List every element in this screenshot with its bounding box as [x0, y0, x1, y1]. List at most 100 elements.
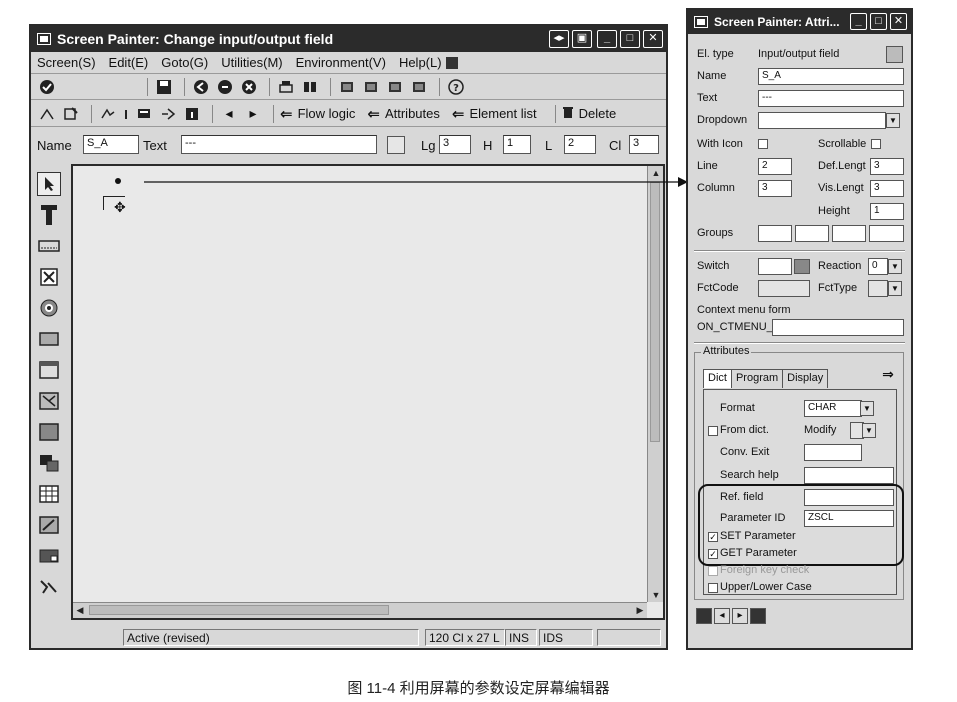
copy-icon[interactable] [696, 608, 712, 624]
maximize-button[interactable]: □ [620, 30, 640, 48]
tab-program[interactable]: Program [731, 369, 784, 388]
cancel-icon[interactable] [239, 78, 259, 96]
group-field-2[interactable] [795, 225, 829, 242]
print-icon[interactable] [276, 78, 296, 96]
display-change-icon[interactable] [61, 105, 81, 123]
first-page-icon[interactable] [337, 78, 357, 96]
horizontal-scrollbar[interactable]: ◀ ▶ [73, 602, 647, 618]
name-field[interactable]: S_A [83, 135, 139, 154]
right-arrow-icon[interactable]: ⇒ [879, 367, 897, 384]
text-editor-icon[interactable] [387, 136, 405, 154]
set-parameter-checkbox[interactable]: ✓ [708, 532, 718, 542]
ref-field-input[interactable] [804, 489, 894, 506]
last-page-icon[interactable] [409, 78, 429, 96]
get-parameter-checkbox[interactable]: ✓ [708, 549, 718, 559]
menu-environment[interactable]: Environment(V) [296, 55, 386, 70]
previous-element-icon[interactable]: ◂ [714, 608, 730, 624]
pushbutton-tool-icon[interactable] [37, 327, 61, 351]
next-element-icon[interactable]: ▸ [732, 608, 748, 624]
chevron-down-icon[interactable]: ▼ [860, 401, 874, 416]
info-icon[interactable] [182, 105, 202, 123]
conv-exit-field[interactable] [804, 444, 862, 461]
group-field-1[interactable] [758, 225, 792, 242]
find-icon[interactable] [300, 78, 320, 96]
next-arrow-icon[interactable]: ▸ [243, 105, 263, 123]
chevron-down-icon[interactable]: ▼ [888, 259, 902, 274]
dropdown-select[interactable] [758, 112, 886, 129]
layout-toggle-button[interactable]: ◂▸ [549, 30, 569, 48]
save-element-icon[interactable] [750, 608, 766, 624]
minimize-button[interactable]: _ [850, 13, 867, 30]
minimize-button[interactable]: _ [597, 30, 617, 48]
table-control-tool-icon[interactable] [37, 451, 61, 475]
menu-utilities[interactable]: Utilities(M) [221, 55, 282, 70]
checkbox-tool-icon[interactable] [37, 265, 61, 289]
line-field[interactable]: 2 [758, 158, 792, 175]
maximize-button[interactable]: □ [870, 13, 887, 30]
switch-icon[interactable] [794, 259, 810, 274]
from-dict-checkbox[interactable] [708, 426, 718, 436]
def-length-field[interactable]: 3 [870, 158, 904, 175]
menu-goto[interactable]: Goto(G) [161, 55, 208, 70]
with-icon-checkbox[interactable] [758, 139, 768, 149]
element-list-button[interactable]: ⇐ Element list [452, 105, 537, 123]
name-field[interactable]: S_A [758, 68, 904, 85]
scroll-right-icon[interactable]: ▶ [633, 603, 647, 617]
vertical-scroll-thumb[interactable] [650, 182, 660, 442]
fctcode-field[interactable] [758, 280, 810, 297]
text-field[interactable]: --- [758, 90, 904, 107]
horizontal-scroll-thumb[interactable] [89, 605, 389, 615]
other-screen-icon[interactable] [37, 105, 57, 123]
cl-field[interactable]: 3 [629, 135, 659, 154]
previous-arrow-icon[interactable]: ◂ [219, 105, 239, 123]
lg-field[interactable]: 3 [439, 135, 471, 154]
scrollable-checkbox[interactable] [871, 139, 881, 149]
grid-tool-icon[interactable] [37, 482, 61, 506]
vis-length-field[interactable]: 3 [870, 180, 904, 197]
menu-edit[interactable]: Edit(E) [109, 55, 149, 70]
text-field[interactable]: --- [181, 135, 377, 154]
switch-field[interactable] [758, 258, 792, 275]
menu-help[interactable]: Help(L) [399, 55, 442, 70]
help-icon[interactable]: ? [446, 78, 466, 96]
status-icon-tool-icon[interactable] [37, 544, 61, 568]
group-field-3[interactable] [832, 225, 866, 242]
upper-lower-checkbox[interactable] [708, 583, 718, 593]
options-button[interactable]: ▣ [572, 30, 592, 48]
height-field[interactable]: 1 [870, 203, 904, 220]
h-field[interactable]: 1 [503, 135, 531, 154]
context-menu-field[interactable] [772, 319, 904, 336]
tabstrip-tool-icon[interactable] [37, 389, 61, 413]
radio-button-tool-icon[interactable] [37, 296, 61, 320]
chevron-down-icon[interactable]: ▼ [862, 423, 876, 438]
chevron-down-icon[interactable]: ▼ [888, 281, 902, 296]
reaction-select[interactable]: 0 [868, 258, 888, 275]
prev-page-icon[interactable] [361, 78, 381, 96]
save-icon[interactable] [154, 78, 174, 96]
activate-icon[interactable] [98, 105, 118, 123]
vertical-scrollbar[interactable]: ▲ ▼ [647, 166, 663, 602]
flow-logic-button[interactable]: ⇐ Flow logic [280, 105, 355, 123]
wizard-tool-icon[interactable] [37, 575, 61, 599]
delete-button[interactable]: Delete [562, 105, 616, 123]
chevron-down-icon[interactable]: ▼ [886, 113, 900, 128]
scroll-left-icon[interactable]: ◀ [73, 603, 87, 617]
scroll-down-icon[interactable]: ▼ [649, 588, 663, 602]
search-help-field[interactable] [804, 467, 894, 484]
dictionary-icon[interactable] [886, 46, 903, 63]
fcttype-select[interactable] [868, 280, 888, 297]
input-field-tool-icon[interactable] [37, 234, 61, 258]
group-field-4[interactable] [869, 225, 904, 242]
subscreen-tool-icon[interactable] [37, 420, 61, 444]
layout-icon[interactable] [134, 105, 154, 123]
menu-options-icon[interactable] [445, 56, 458, 69]
l-field[interactable]: 2 [564, 135, 596, 154]
layout-canvas[interactable]: ✥ ▲ ▼ ◀ ▶ [71, 164, 665, 620]
back-icon[interactable] [191, 78, 211, 96]
menu-screen[interactable]: Screen(S) [37, 55, 96, 70]
attributes-button[interactable]: ⇐ Attributes [367, 105, 440, 123]
parameter-id-field[interactable]: ZSCL [804, 510, 894, 527]
check-icon[interactable] [122, 105, 130, 123]
tab-display[interactable]: Display [783, 369, 829, 388]
hierarchy-icon[interactable] [158, 105, 178, 123]
